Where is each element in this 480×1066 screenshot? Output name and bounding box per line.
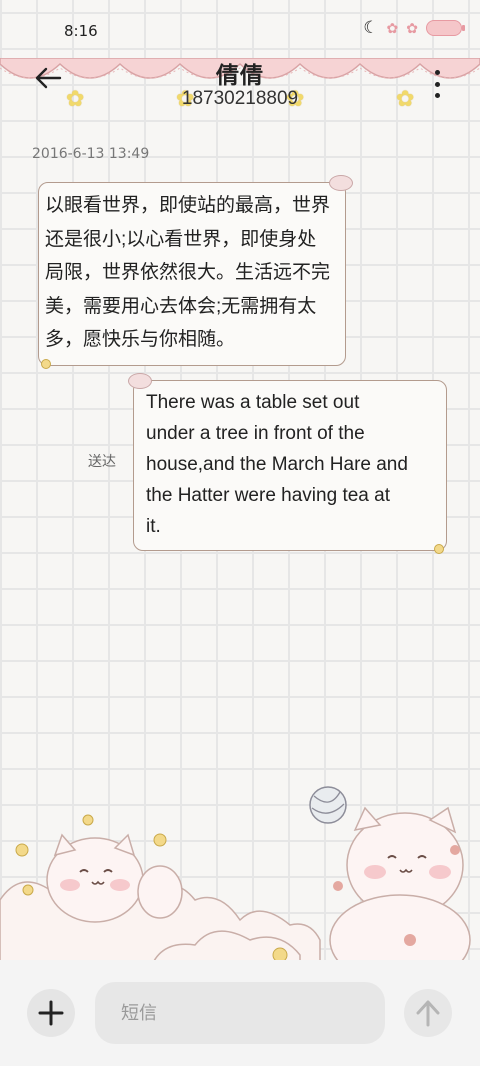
flower-icon <box>434 544 444 554</box>
cat-sticker-icon <box>329 175 353 191</box>
plus-icon <box>38 1000 64 1026</box>
paw-icon: ✿ <box>406 19 418 36</box>
battery-icon <box>426 20 465 36</box>
message-line: There was a table set out <box>146 392 360 413</box>
status-time: 8:16 <box>64 22 98 40</box>
status-icons: ☾ ✿ ✿ <box>363 18 465 38</box>
flower-icon <box>41 358 51 369</box>
delivery-status: 送达 <box>88 453 116 469</box>
cats-illustration <box>0 786 471 970</box>
cat-sticker-icon <box>128 373 152 389</box>
message-line: house,and the March Hare and <box>146 454 408 475</box>
sms-input[interactable] <box>95 982 385 1044</box>
contact-name[interactable]: 倩倩 <box>0 56 480 90</box>
message-line: 以眼看世界，即使站的最高，世界 <box>45 195 331 216</box>
moon-icon: ☾ <box>363 18 379 37</box>
message-bubble-outgoing[interactable]: There was a table set out under a tree i… <box>128 373 447 554</box>
arrow-up-icon <box>416 1000 440 1027</box>
message-line: the Hatter were having tea at <box>146 485 390 506</box>
yarn-ball <box>309 786 347 824</box>
contact-number[interactable]: 18730218809 <box>0 88 480 110</box>
message-line: 美，需要用心去体会;无需拥有太 <box>45 295 317 317</box>
message-line: under a tree in front of the <box>146 423 365 444</box>
message-line: 还是很小;以心看世界，即使身处 <box>45 228 317 250</box>
message-timestamp: 2016-6-13 13:49 <box>32 146 150 162</box>
status-bar: 8:16 ☾ ✿ ✿ <box>0 0 480 60</box>
more-options-button[interactable] <box>430 70 444 98</box>
more-vertical-icon <box>434 70 440 75</box>
cat-left <box>46 833 183 923</box>
message-line: it. <box>146 516 161 537</box>
send-button[interactable] <box>404 989 452 1037</box>
cat-right <box>329 806 471 970</box>
message-bubble-incoming[interactable]: 以眼看世界，即使站的最高，世界 还是很小;以心看世界，即使身处 局限，世界依然很… <box>38 175 353 369</box>
composer-bar <box>0 960 480 1066</box>
add-attachment-button[interactable] <box>27 989 75 1037</box>
paw-icon: ✿ <box>386 19 399 36</box>
message-line: 多，愿快乐与你相随。 <box>45 329 236 350</box>
message-line: 局限，世界依然很大。生活远不完 <box>45 262 331 283</box>
